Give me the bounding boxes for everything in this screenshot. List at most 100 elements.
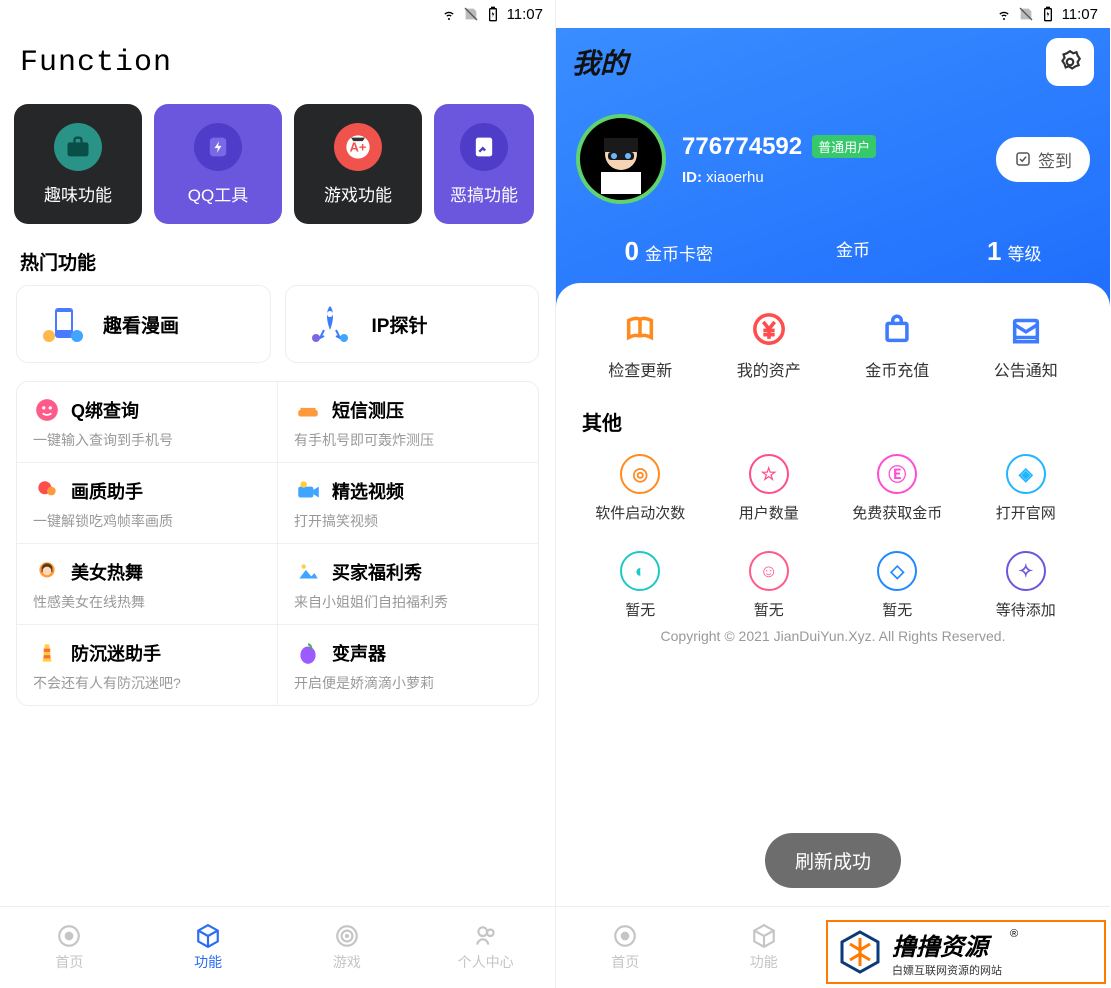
- category-prank[interactable]: 恶搞功能: [434, 104, 534, 224]
- other-icon: ◇: [877, 551, 917, 591]
- nav-function[interactable]: 功能: [695, 907, 834, 988]
- list-item[interactable]: 美女热舞 性感美女在线热舞: [17, 544, 277, 624]
- wifi-icon: [441, 6, 457, 22]
- profile-hero: 我的 776774592 普通用户 ID: xiaoerhu 签到 0金币卡密 …: [556, 28, 1110, 307]
- status-time: 11:07: [507, 6, 543, 23]
- watermark: 撸撸资源 白嫖互联网资源的网站 ®: [826, 920, 1106, 984]
- nav-profile[interactable]: 个人中心: [416, 907, 555, 988]
- no-sim-icon: [463, 6, 479, 22]
- video-icon: [294, 477, 322, 505]
- category-label: 恶搞功能: [450, 181, 518, 206]
- other-item[interactable]: ☺暂无: [705, 551, 834, 620]
- featured-comics[interactable]: 趣看漫画: [16, 285, 271, 363]
- category-qq[interactable]: QQ工具: [154, 104, 282, 224]
- girl-icon: [33, 558, 61, 586]
- other-icon: ◐: [620, 551, 660, 591]
- watermark-r: ®: [1010, 928, 1018, 940]
- notice-button[interactable]: 公告通知: [994, 311, 1058, 381]
- rocket-icon: [302, 300, 358, 348]
- eggplant-icon: [294, 639, 322, 667]
- stat-level[interactable]: 1等级: [987, 236, 1041, 267]
- mail-icon: [1008, 311, 1044, 347]
- category-label: 游戏功能: [324, 181, 392, 206]
- status-bar: 11:07: [0, 0, 555, 28]
- bolt-icon: [194, 123, 242, 171]
- list-item[interactable]: Q绑查询 一键输入查询到手机号: [17, 382, 277, 462]
- other-item[interactable]: ◇暂无: [833, 551, 962, 620]
- watermark-title: 撸撸资源: [892, 927, 1002, 962]
- stat-coins[interactable]: 金币: [830, 236, 870, 267]
- other-title: 其他: [582, 407, 1090, 436]
- balloon-icon: [33, 477, 61, 505]
- watermark-subtitle: 白嫖互联网资源的网站: [892, 962, 1002, 978]
- other-icon: ✧: [1006, 551, 1046, 591]
- comic-icon: [33, 300, 89, 348]
- list-item[interactable]: 变声器 开启便是娇滴滴小萝莉: [277, 625, 538, 705]
- list-item[interactable]: 短信测压 有手机号即可轰炸测压: [277, 382, 538, 462]
- list-item[interactable]: 精选视频 打开搞笑视频: [277, 463, 538, 543]
- assets-button[interactable]: 我的资产: [737, 311, 801, 381]
- list-item[interactable]: 防沉迷助手 不会还有人有防沉迷吧?: [17, 625, 277, 705]
- check-update-button[interactable]: 检查更新: [608, 311, 672, 381]
- featured-row: 趣看漫画 IP探针: [0, 285, 555, 363]
- nav-home[interactable]: 首页: [556, 907, 695, 988]
- category-game[interactable]: A+ 游戏功能: [294, 104, 422, 224]
- user-uid: 776774592: [682, 133, 802, 161]
- no-sim-icon: [1018, 6, 1034, 22]
- other-icon: Ⓔ: [877, 454, 917, 494]
- profile-screen: 11:07 我的 776774592 普通用户 ID: xiaoerhu 签到 …: [555, 0, 1110, 988]
- other-icon: ☺: [749, 551, 789, 591]
- other-item[interactable]: ◐暂无: [576, 551, 705, 620]
- status-bar: 11:07: [556, 0, 1110, 28]
- category-label: QQ工具: [188, 181, 248, 206]
- featured-label: 趣看漫画: [103, 311, 179, 338]
- briefcase-icon: [54, 123, 102, 171]
- battery-icon: [1040, 6, 1056, 22]
- page-title: Function: [0, 28, 555, 88]
- nav-function[interactable]: 功能: [139, 907, 278, 988]
- nav-game[interactable]: 游戏: [278, 907, 417, 988]
- other-icon: ☆: [749, 454, 789, 494]
- featured-label: IP探针: [372, 311, 428, 338]
- list-item[interactable]: 买家福利秀 来自小姐姐们自拍福利秀: [277, 544, 538, 624]
- hot-title: 热门功能: [0, 234, 555, 285]
- svg-text:A+: A+: [350, 139, 367, 154]
- user-badge: 普通用户: [812, 135, 876, 158]
- stats-row: 0金币卡密 金币 1等级: [556, 204, 1110, 267]
- hero-title: 我的: [572, 42, 628, 82]
- copyright: Copyright © 2021 JianDuiYun.Xyz. All Rig…: [576, 620, 1090, 652]
- sofa-icon: [294, 396, 322, 424]
- note-icon: [460, 123, 508, 171]
- stat-coins-card[interactable]: 0金币卡密: [625, 236, 713, 267]
- other-icon: ◈: [1006, 454, 1046, 494]
- other-item[interactable]: ◎软件启动次数: [576, 454, 705, 523]
- toast: 刷新成功: [765, 833, 901, 888]
- main-panel: 检查更新 我的资产 金币充值 公告通知 其他 ◎软件启动次数☆用户数量Ⓔ免费获取…: [556, 283, 1110, 906]
- function-screen: 11:07 Function 趣味功能 QQ工具 A+ 游戏功能 恶搞功能 热门…: [0, 0, 555, 988]
- settings-button[interactable]: [1046, 38, 1094, 86]
- other-item[interactable]: Ⓔ免费获取金币: [833, 454, 962, 523]
- category-fun[interactable]: 趣味功能: [14, 104, 142, 224]
- watermark-logo-icon: [836, 928, 884, 976]
- other-item[interactable]: ◈打开官网: [962, 454, 1091, 523]
- recharge-button[interactable]: 金币充值: [865, 311, 929, 381]
- featured-ip[interactable]: IP探针: [285, 285, 540, 363]
- user-id: ID: xiaoerhu: [682, 169, 980, 186]
- smile-icon: [33, 396, 61, 424]
- book-icon: [622, 311, 658, 347]
- other-item[interactable]: ☆用户数量: [705, 454, 834, 523]
- list-item[interactable]: 画质助手 一键解锁吃鸡帧率画质: [17, 463, 277, 543]
- category-row: 趣味功能 QQ工具 A+ 游戏功能 恶搞功能: [0, 88, 555, 234]
- grade-icon: A+: [334, 123, 382, 171]
- other-grid: ◎软件启动次数☆用户数量Ⓔ免费获取金币◈打开官网 ◐暂无☺暂无◇暂无✧等待添加: [576, 454, 1090, 620]
- nav-home[interactable]: 首页: [0, 907, 139, 988]
- image-icon: [294, 558, 322, 586]
- wifi-icon: [996, 6, 1012, 22]
- other-item[interactable]: ✧等待添加: [962, 551, 1091, 620]
- function-list: Q绑查询 一键输入查询到手机号 短信测压 有手机号即可轰炸测压 画质助手 一键解…: [16, 381, 539, 706]
- other-icon: ◎: [620, 454, 660, 494]
- bottom-nav: 首页 功能 游戏 个人中心: [0, 906, 555, 988]
- avatar[interactable]: [576, 114, 666, 204]
- checkin-button[interactable]: 签到: [996, 137, 1090, 182]
- battery-icon: [485, 6, 501, 22]
